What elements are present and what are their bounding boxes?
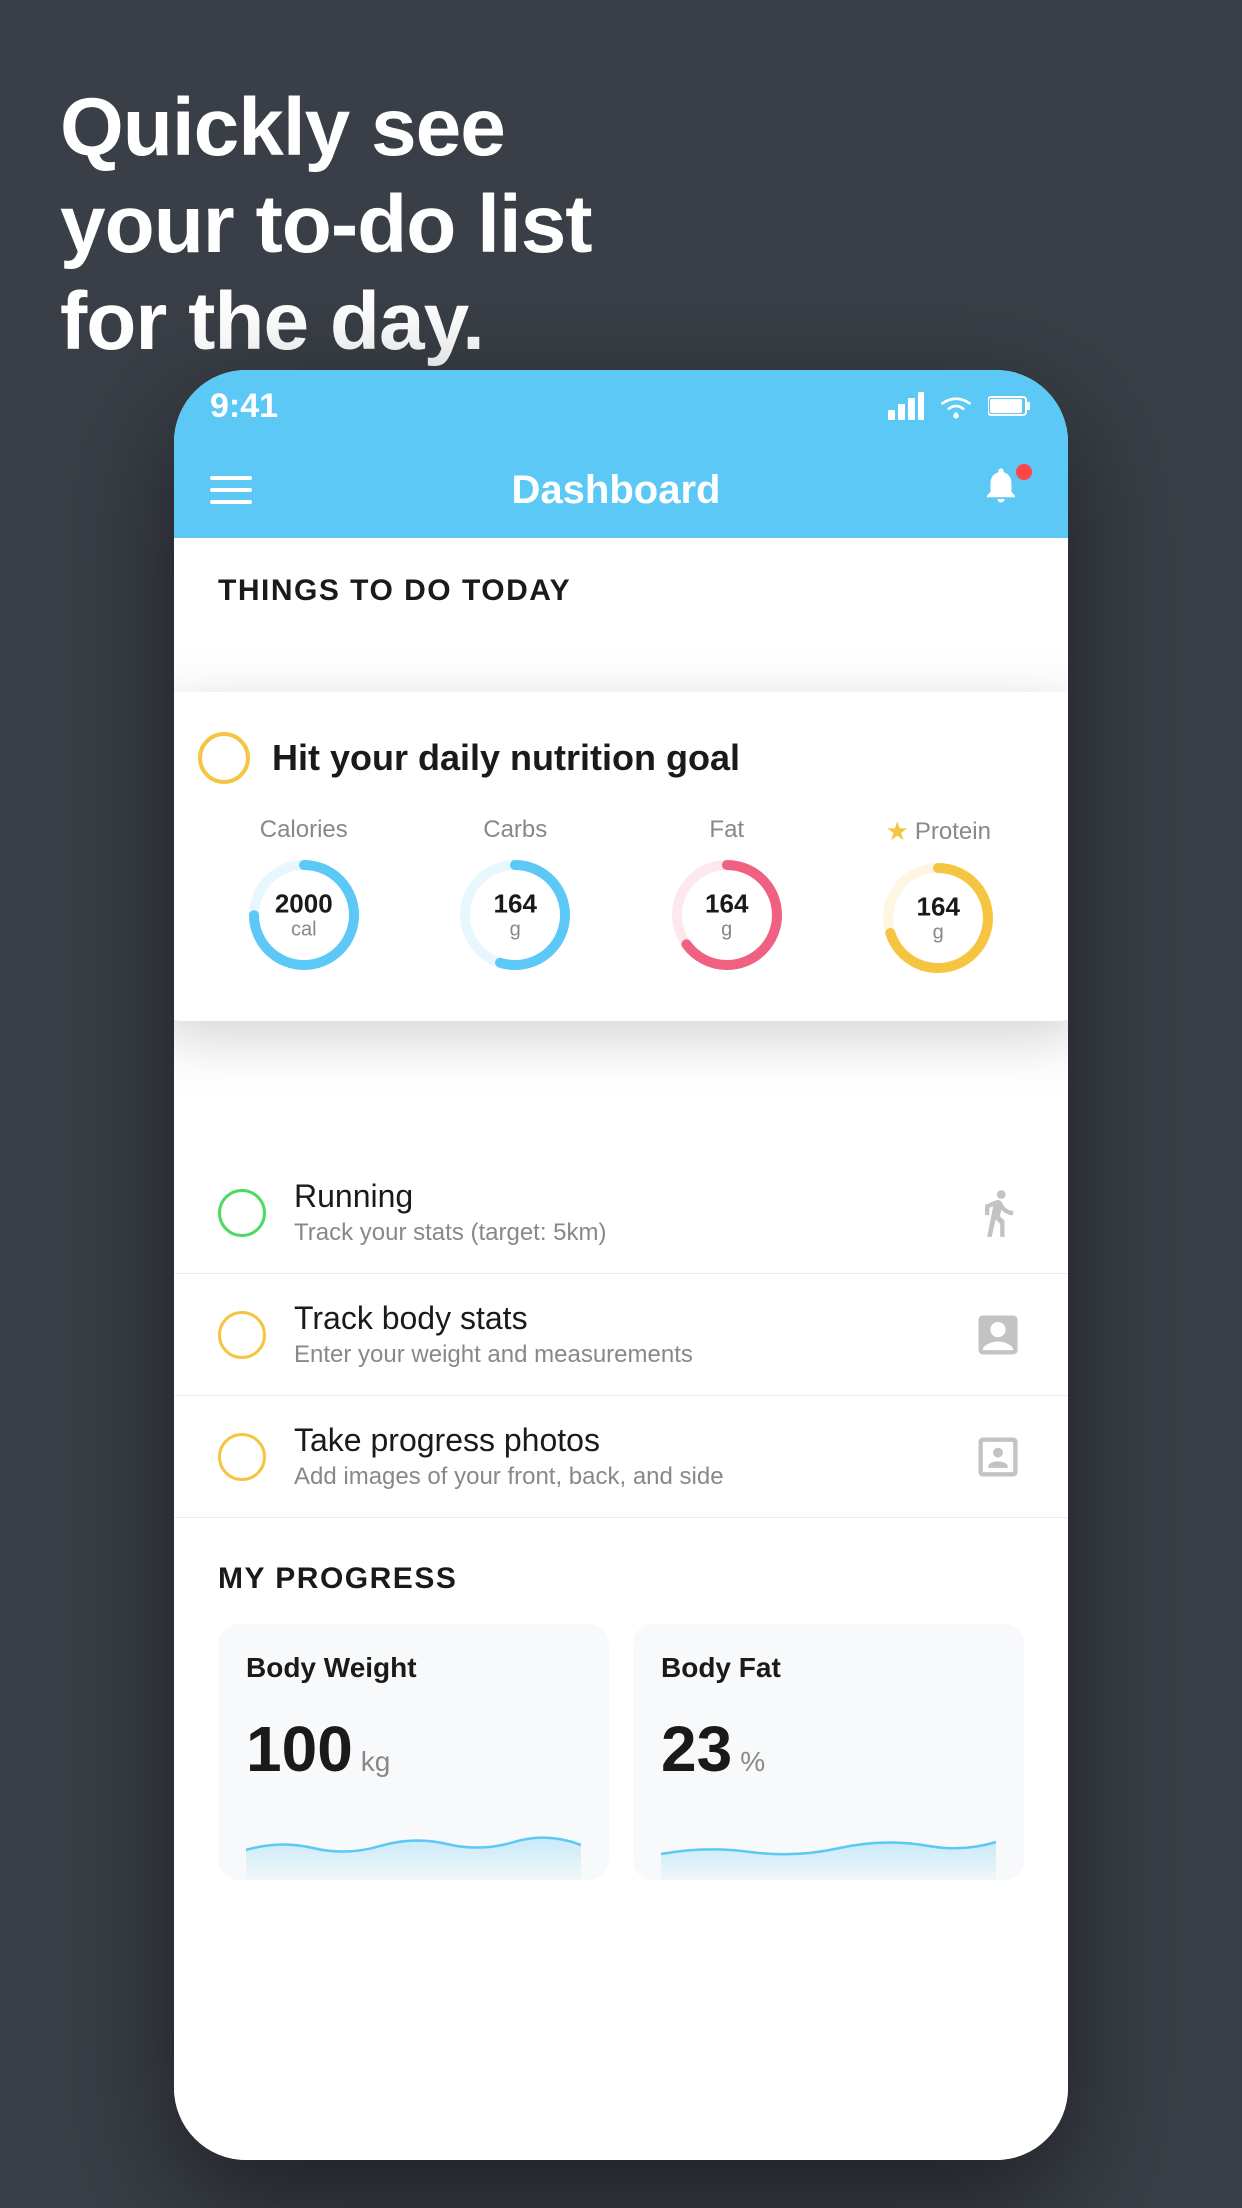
calories-unit: cal	[275, 918, 333, 940]
todo-circle-running	[218, 1189, 266, 1237]
progress-cards: Body Weight 100 kg	[218, 1624, 1024, 1880]
protein-unit: g	[917, 921, 960, 943]
shoe-icon	[972, 1187, 1024, 1239]
todo-item-body-stats[interactable]: Track body stats Enter your weight and m…	[174, 1274, 1068, 1396]
body-fat-unit: %	[740, 1746, 765, 1778]
protein-ring: 164 g	[879, 859, 997, 977]
macro-row: Calories 2000 cal	[198, 816, 1044, 977]
bell-button[interactable]	[980, 464, 1032, 516]
carbs-unit: g	[494, 918, 537, 940]
todo-item-running[interactable]: Running Track your stats (target: 5km)	[174, 1152, 1068, 1274]
carbs-value: 164	[494, 890, 537, 919]
portrait-icon	[972, 1431, 1024, 1483]
nutrition-card-title: Hit your daily nutrition goal	[272, 737, 740, 779]
todo-list: Running Track your stats (target: 5km) T…	[174, 1152, 1068, 1518]
progress-section: MY PROGRESS Body Weight 100 kg	[174, 1518, 1068, 1880]
body-fat-title: Body Fat	[661, 1652, 996, 1684]
headline-line3: for the day.	[60, 274, 592, 371]
body-weight-unit: kg	[361, 1746, 391, 1778]
nav-title: Dashboard	[512, 468, 721, 513]
fat-label: Fat	[709, 816, 744, 844]
todo-title-body-stats: Track body stats	[294, 1300, 944, 1337]
carbs-label: Carbs	[483, 816, 547, 844]
nutrition-check-circle[interactable]	[198, 732, 250, 784]
macro-carbs: Carbs 164 g	[456, 816, 574, 974]
protein-label: Protein	[915, 818, 991, 846]
fat-ring: 164 g	[668, 856, 786, 974]
todo-text-running: Running Track your stats (target: 5km)	[294, 1178, 944, 1247]
nav-bar: Dashboard	[174, 442, 1068, 538]
bell-notification-dot	[1016, 464, 1032, 480]
protein-star-icon: ★	[886, 816, 909, 847]
todo-circle-body-stats	[218, 1311, 266, 1359]
calories-label: Calories	[260, 816, 348, 844]
fat-unit: g	[705, 918, 748, 940]
body-fat-number: 23	[661, 1712, 732, 1786]
todo-sub-running: Track your stats (target: 5km)	[294, 1219, 944, 1247]
body-fat-value-row: 23 %	[661, 1712, 996, 1786]
body-fat-card[interactable]: Body Fat 23 %	[633, 1624, 1024, 1880]
headline-line2: your to-do list	[60, 177, 592, 274]
macro-protein: ★ Protein 164 g	[879, 816, 997, 977]
scale-icon	[972, 1309, 1024, 1361]
body-weight-wave	[246, 1810, 581, 1880]
todo-item-photos[interactable]: Take progress photos Add images of your …	[174, 1396, 1068, 1518]
macro-calories: Calories 2000 cal	[245, 816, 363, 974]
status-time: 9:41	[210, 387, 278, 426]
phone-shell: 9:41	[174, 370, 1068, 2160]
todo-title-running: Running	[294, 1178, 944, 1215]
phone-content: THINGS TO DO TODAY Hit your daily nutrit…	[174, 538, 1068, 2160]
todo-sub-photos: Add images of your front, back, and side	[294, 1463, 944, 1491]
body-fat-wave	[661, 1810, 996, 1880]
calories-ring: 2000 cal	[245, 856, 363, 974]
battery-icon	[988, 394, 1032, 418]
signal-icon	[888, 392, 924, 420]
body-weight-card[interactable]: Body Weight 100 kg	[218, 1624, 609, 1880]
nutrition-card: Hit your daily nutrition goal Calories	[174, 692, 1068, 1021]
protein-value: 164	[917, 893, 960, 922]
section-header: THINGS TO DO TODAY	[174, 538, 1068, 632]
body-weight-value-row: 100 kg	[246, 1712, 581, 1786]
todo-circle-photos	[218, 1433, 266, 1481]
carbs-ring: 164 g	[456, 856, 574, 974]
status-bar: 9:41	[174, 370, 1068, 442]
body-weight-number: 100	[246, 1712, 353, 1786]
headline-line1: Quickly see	[60, 80, 592, 177]
body-weight-title: Body Weight	[246, 1652, 581, 1684]
headline-block: Quickly see your to-do list for the day.	[60, 80, 592, 370]
fat-value: 164	[705, 890, 748, 919]
todo-text-body-stats: Track body stats Enter your weight and m…	[294, 1300, 944, 1369]
macro-fat: Fat 164 g	[668, 816, 786, 974]
wifi-icon	[938, 392, 974, 420]
todo-sub-body-stats: Enter your weight and measurements	[294, 1341, 944, 1369]
todo-text-photos: Take progress photos Add images of your …	[294, 1422, 944, 1491]
hamburger-button[interactable]	[210, 476, 252, 504]
status-icons	[888, 392, 1032, 420]
todo-title-photos: Take progress photos	[294, 1422, 944, 1459]
progress-title: MY PROGRESS	[218, 1562, 1024, 1596]
calories-value: 2000	[275, 890, 333, 919]
